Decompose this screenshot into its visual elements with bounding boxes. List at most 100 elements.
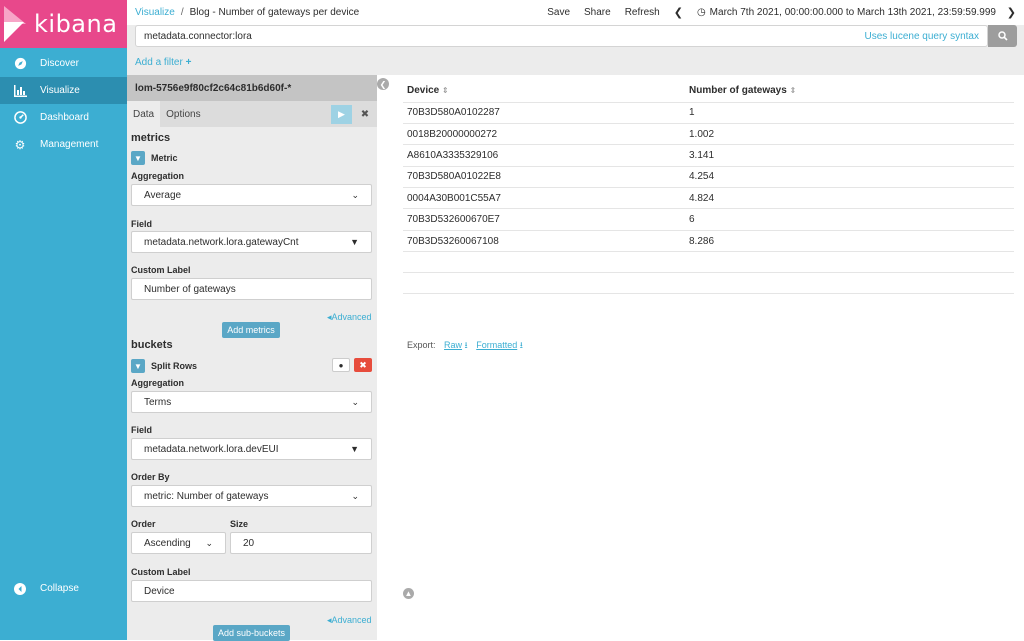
order-label: Order	[131, 519, 156, 529]
order-select[interactable]: Ascending ⌄	[131, 532, 226, 554]
metrics-title: metrics	[131, 132, 171, 144]
close-icon: ✖	[360, 109, 370, 120]
bucket-custom-label-input[interactable]: Device	[131, 580, 372, 602]
scroll-up-button[interactable]: ▲	[403, 588, 414, 599]
export-formatted-link[interactable]: Formatted	[476, 340, 517, 350]
bucket-agg-header[interactable]: ▼ Split Rows	[131, 359, 197, 373]
download-icon: ⭳	[462, 340, 468, 350]
kibana-logo-icon	[0, 0, 30, 48]
search-button[interactable]	[988, 25, 1017, 47]
cell-gateways: 6	[689, 208, 1014, 231]
sidebar-item-management[interactable]: ⚙ Management	[0, 131, 127, 158]
toggle-agg-button[interactable]: ●	[332, 358, 350, 372]
refresh-button[interactable]: Refresh	[625, 7, 660, 18]
size-label: Size	[230, 519, 249, 529]
caret-down-icon: ▼	[350, 444, 359, 454]
add-sub-buckets-button[interactable]: Add sub-buckets	[213, 625, 290, 641]
cell-gateways: 8.286	[689, 230, 1014, 253]
query-bar: metadata.connector:lora Uses lucene quer…	[127, 25, 1024, 50]
sidebar-item-label: Visualize	[40, 85, 80, 96]
table-row: 70B3D580A01022E8 4.254	[403, 166, 1014, 189]
bucket-advanced-toggle[interactable]: ◂Advanced	[327, 615, 372, 626]
table-row: 0004A30B001C55A7 4.824	[403, 187, 1014, 210]
sidebar-item-dashboard[interactable]: Dashboard	[0, 104, 127, 131]
add-metrics-button[interactable]: Add metrics	[222, 322, 280, 338]
play-icon: ▶	[338, 109, 345, 119]
cell-device: 70B3D580A0102287	[403, 102, 689, 124]
remove-agg-button[interactable]: ✖	[354, 358, 372, 372]
chevron-left-circle-icon	[12, 581, 28, 597]
compass-icon	[12, 56, 28, 72]
breadcrumb-separator: /	[180, 7, 184, 18]
search-icon	[997, 31, 1008, 41]
order-by-select[interactable]: metric: Number of gateways ⌄	[131, 485, 372, 507]
metric-advanced-toggle[interactable]: ◂Advanced	[327, 312, 372, 323]
cell-gateways: 3.141	[689, 144, 1014, 167]
tab-options[interactable]: Options	[160, 101, 206, 127]
chevron-down-icon[interactable]: ▼	[131, 359, 145, 373]
kibana-logo[interactable]: kibana	[0, 0, 127, 48]
chevron-right-icon[interactable]: ❯	[1007, 6, 1016, 19]
query-text: metadata.connector:lora	[144, 30, 252, 42]
breadcrumb-visualize[interactable]: Visualize	[135, 7, 175, 18]
sidebar: kibana Discover Visualize Dashboard ⚙ Ma…	[0, 0, 127, 640]
metric-agg-header[interactable]: ▼ Metric	[131, 151, 178, 165]
sidebar-item-visualize[interactable]: Visualize	[0, 77, 127, 104]
editor-tabs: Data Options ▶ ✖	[127, 101, 377, 127]
tab-data[interactable]: Data	[127, 101, 161, 127]
toggle-icon: ●	[338, 360, 344, 370]
sidebar-item-discover[interactable]: Discover	[0, 50, 127, 77]
cell-device: 70B3D532600670E7	[403, 208, 689, 231]
save-button[interactable]: Save	[547, 7, 570, 18]
search-input[interactable]: metadata.connector:lora Uses lucene quer…	[135, 25, 988, 47]
chevron-down-icon: ⌄	[351, 396, 359, 407]
collapse-sidebar-button[interactable]: Collapse	[0, 575, 127, 602]
metric-aggregation-select[interactable]: Average ⌄	[131, 184, 372, 206]
export-raw-link[interactable]: Raw	[444, 340, 462, 350]
chevron-down-icon[interactable]: ▼	[131, 151, 145, 165]
bucket-aggregation-select[interactable]: Terms ⌄	[131, 391, 372, 413]
time-picker[interactable]: ◷ March 7th 2021, 00:00:00.000 to March …	[697, 7, 996, 18]
lucene-syntax-link[interactable]: Uses lucene query syntax	[864, 31, 979, 42]
table-spacer	[403, 273, 1014, 295]
bucket-field-select[interactable]: metadata.network.lora.devEUI ▼	[131, 438, 372, 460]
size-input[interactable]: 20	[230, 532, 372, 554]
chevron-left-icon[interactable]: ❮	[674, 6, 683, 19]
index-pattern-title: lom-5756e9f80cf2c64c81b6d60f-*	[127, 75, 377, 101]
table-spacer	[403, 252, 1014, 274]
bucket-custom-label-label: Custom Label	[131, 567, 191, 577]
chevron-down-icon: ⌄	[351, 490, 359, 501]
gear-icon: ⚙	[14, 137, 26, 152]
cell-device: 0004A30B001C55A7	[403, 187, 689, 210]
bucket-field-label: Field	[131, 425, 153, 435]
collapse-label: Collapse	[40, 583, 79, 594]
dashboard-icon	[12, 110, 28, 126]
column-header-gateways[interactable]: Number of gateways ⇕	[689, 80, 1014, 103]
download-icon: ⭳	[517, 340, 523, 350]
discard-changes-button[interactable]: ✖	[356, 105, 374, 124]
collapse-editor-button[interactable]: ❮	[377, 78, 389, 90]
chevron-up-icon: ▲	[404, 589, 413, 598]
brand-name: kibana	[34, 10, 118, 38]
bucket-aggregation-label: Aggregation	[131, 378, 184, 388]
share-button[interactable]: Share	[584, 7, 611, 18]
bar-chart-icon	[12, 83, 28, 99]
metric-field-select[interactable]: metadata.network.lora.gatewayCnt ▼	[131, 231, 372, 253]
sidebar-item-label: Management	[40, 139, 99, 150]
add-filter-link[interactable]: Add a filter +	[135, 57, 191, 68]
metric-custom-label-input[interactable]: Number of gateways	[131, 278, 372, 300]
close-icon: ✖	[359, 359, 367, 370]
sidebar-item-label: Dashboard	[40, 112, 89, 123]
column-header-device[interactable]: Device ⇕	[403, 80, 689, 103]
sort-icon: ⇕	[789, 86, 797, 96]
apply-changes-button[interactable]: ▶	[331, 105, 352, 124]
table-row: 70B3D53260067108 8.286	[403, 230, 1014, 253]
table-row: 0018B20000000272 1.002	[403, 123, 1014, 146]
clock-icon: ◷	[696, 7, 706, 18]
cell-device: 0018B20000000272	[403, 123, 689, 146]
table-row: A8610A3335329106 3.141	[403, 144, 1014, 167]
breadcrumb-current: Blog - Number of gateways per device	[189, 7, 360, 18]
filter-bar: Add a filter +	[127, 50, 1024, 75]
chevron-down-icon: ⌄	[351, 189, 359, 200]
sidebar-item-label: Discover	[40, 58, 79, 69]
